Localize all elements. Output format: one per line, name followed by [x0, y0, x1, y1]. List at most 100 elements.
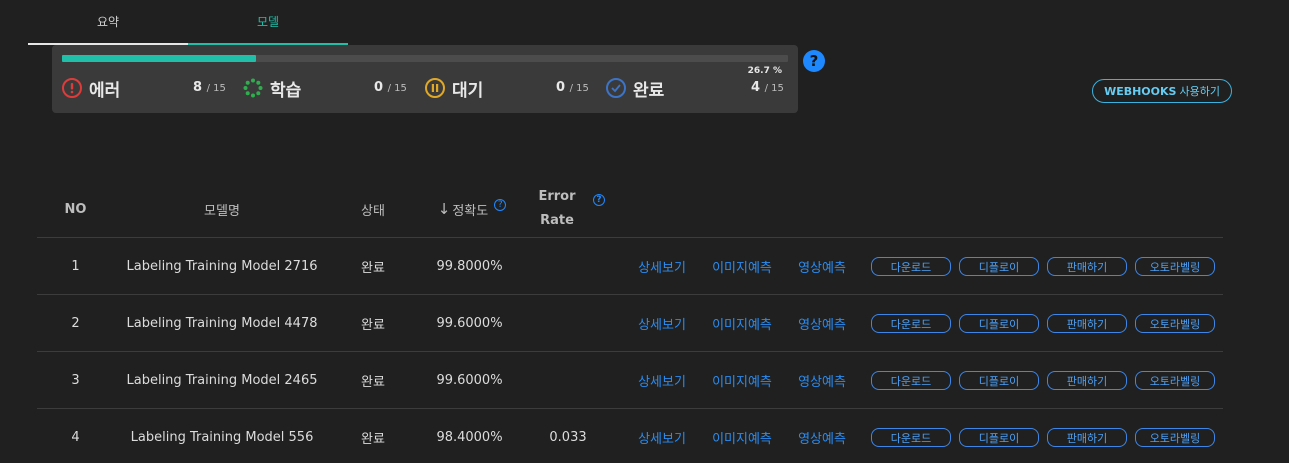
row-error-rate [537, 352, 599, 409]
row-error-rate [537, 295, 599, 352]
detail-link[interactable]: 상세보기 [638, 257, 686, 276]
download-button[interactable]: 다운로드 [871, 371, 951, 390]
stat-waiting: 대기 0 / 15 [425, 76, 589, 101]
sell-button[interactable]: 판매하기 [1047, 314, 1127, 333]
autolabel-button[interactable]: 오토라벨링 [1135, 371, 1215, 390]
webhooks-label-en: WEBHOOKS [1104, 84, 1177, 98]
autolabel-button[interactable]: 오토라벨링 [1135, 428, 1215, 447]
video-predict-cell: 영상예측 [794, 295, 850, 352]
sell-button[interactable]: 판매하기 [1047, 428, 1127, 447]
detail-cell: 상세보기 [635, 409, 689, 463]
detail-link[interactable]: 상세보기 [638, 428, 686, 447]
detail-link[interactable]: 상세보기 [638, 314, 686, 333]
deploy-button[interactable]: 디플로이 [959, 314, 1039, 333]
row-accuracy: 99.6000% [436, 316, 503, 331]
image-predict-cell: 이미지예측 [709, 295, 775, 352]
download-button[interactable]: 다운로드 [871, 428, 951, 447]
help-icon[interactable]: ? [803, 50, 825, 72]
video-predict-cell: 영상예측 [794, 409, 850, 463]
row-no: 4 [71, 430, 80, 445]
sort-down-icon[interactable]: ↓ [438, 200, 451, 218]
video-predict-link[interactable]: 영상예측 [798, 371, 846, 390]
deploy-button[interactable]: 디플로이 [959, 257, 1039, 276]
webhooks-button[interactable]: WEBHOOKS 사용하기 [1092, 79, 1232, 103]
image-predict-link[interactable]: 이미지예측 [712, 371, 772, 390]
row-no: 2 [71, 316, 80, 331]
video-predict-link[interactable]: 영상예측 [798, 314, 846, 333]
error-rate-help-icon[interactable]: ? [593, 194, 605, 206]
error-rate-help-wrap: ? [591, 180, 607, 220]
image-predict-cell: 이미지예측 [709, 409, 775, 463]
image-predict-cell: 이미지예측 [709, 238, 775, 295]
stat-error: 에러 8 / 15 [62, 76, 226, 101]
webhooks-label-ko: 사용하기 [1179, 85, 1220, 98]
training-spinner-icon [243, 78, 263, 98]
table-row: 2 Labeling Training Model 4478 완료 99.600… [37, 295, 1223, 352]
row-error-rate: 0.033 [549, 430, 587, 445]
stat-done-label: 완료 [633, 80, 665, 101]
stat-training-count: 0 / 15 [374, 80, 407, 95]
row-status: 완료 [361, 318, 385, 333]
detail-cell: 상세보기 [635, 238, 689, 295]
stat-error-count: 8 / 15 [193, 80, 226, 95]
error-icon [62, 78, 82, 98]
header-status: 상태 [361, 203, 385, 219]
row-accuracy: 99.8000% [436, 259, 503, 274]
stat-waiting-count: 0 / 15 [556, 80, 589, 95]
status-panel: 26.7 % 에러 8 / 15 학습 0 / 15 대기 0 / 15 완료 … [52, 45, 798, 113]
table-row: 3 Labeling Training Model 2465 완료 99.600… [37, 352, 1223, 409]
video-predict-link[interactable]: 영상예측 [798, 257, 846, 276]
stat-done-count: 4 / 15 [751, 80, 784, 95]
video-predict-cell: 영상예측 [794, 238, 850, 295]
row-status: 완료 [361, 432, 385, 447]
model-page: 요약 모델 26.7 % 에러 8 / 15 학습 0 / 15 대기 0 / … [0, 0, 1289, 463]
header-error-rate: Error Rate [532, 180, 582, 238]
autolabel-button[interactable]: 오토라벨링 [1135, 257, 1215, 276]
detail-link[interactable]: 상세보기 [638, 371, 686, 390]
header-model-name: 모델명 [204, 203, 240, 219]
deploy-button[interactable]: 디플로이 [959, 428, 1039, 447]
sell-button[interactable]: 판매하기 [1047, 371, 1127, 390]
tab-summary[interactable]: 요약 [28, 0, 188, 45]
row-status: 완료 [361, 375, 385, 390]
row-accuracy: 98.4000% [436, 430, 503, 445]
image-predict-link[interactable]: 이미지예측 [712, 314, 772, 333]
detail-cell: 상세보기 [635, 295, 689, 352]
image-predict-link[interactable]: 이미지예측 [712, 428, 772, 447]
stat-done: 완료 4 / 15 [606, 76, 784, 101]
image-predict-link[interactable]: 이미지예측 [712, 257, 772, 276]
progress-bar [62, 55, 788, 62]
table-row: 4 Labeling Training Model 556 완료 98.4000… [37, 409, 1223, 463]
detail-cell: 상세보기 [635, 352, 689, 409]
tab-model[interactable]: 모델 [188, 0, 348, 45]
header-error-rate-line2: Rate [540, 213, 574, 228]
row-accuracy: 99.6000% [436, 373, 503, 388]
image-predict-cell: 이미지예측 [709, 352, 775, 409]
row-no: 1 [71, 259, 80, 274]
pause-icon [425, 78, 445, 98]
deploy-button[interactable]: 디플로이 [959, 371, 1039, 390]
video-predict-link[interactable]: 영상예측 [798, 428, 846, 447]
autolabel-button[interactable]: 오토라벨링 [1135, 314, 1215, 333]
header-accuracy[interactable]: ↓ 정확도 ? [427, 180, 517, 238]
progress-percent: 26.7 % [747, 66, 782, 76]
stat-error-label: 에러 [89, 80, 121, 101]
row-no: 3 [71, 373, 80, 388]
row-model-name: Labeling Training Model 556 [130, 430, 314, 445]
download-button[interactable]: 다운로드 [871, 314, 951, 333]
sell-button[interactable]: 판매하기 [1047, 257, 1127, 276]
check-icon [606, 78, 626, 98]
header-error-rate-line1: Error [538, 189, 576, 204]
header-no: NO [64, 201, 87, 217]
stat-waiting-label: 대기 [452, 80, 484, 101]
download-button[interactable]: 다운로드 [871, 257, 951, 276]
accuracy-help-icon[interactable]: ? [494, 199, 507, 211]
stat-training-label: 학습 [270, 80, 302, 101]
header-accuracy-label: 정확도 [452, 203, 489, 219]
row-model-name: Labeling Training Model 2465 [126, 373, 318, 388]
row-model-name: Labeling Training Model 2716 [126, 259, 318, 274]
row-model-name: Labeling Training Model 4478 [126, 316, 318, 331]
table-header: NO 모델명 상태 ↓ 정확도 ? Error Rate ? [37, 180, 1223, 238]
progress-fill [62, 55, 256, 62]
video-predict-cell: 영상예측 [794, 352, 850, 409]
